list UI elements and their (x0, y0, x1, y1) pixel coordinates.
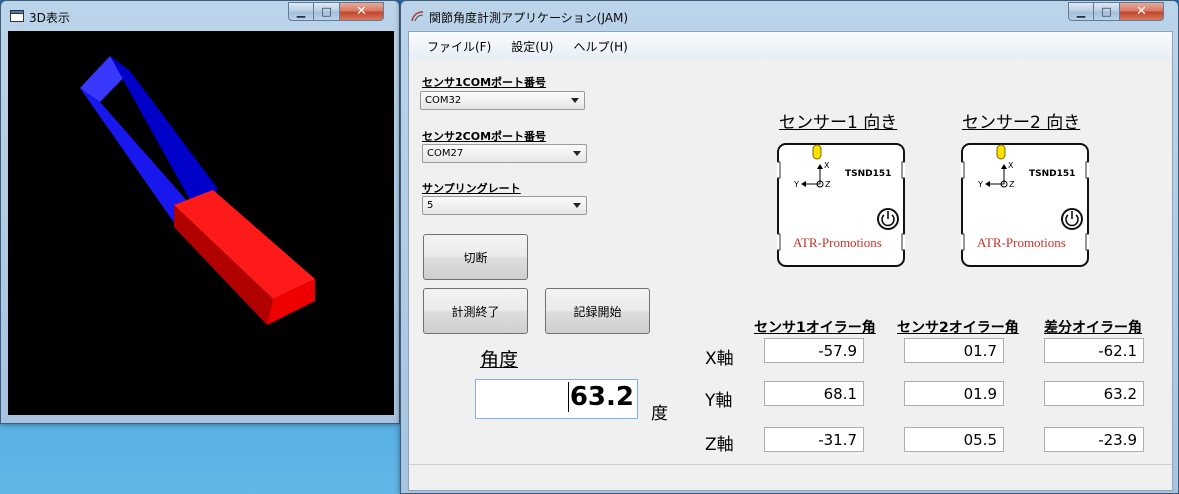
window-main: 関節角度計測アプリケーション(JAM) ▁ □ ✕ ファイル(F) 設定(U) … (400, 0, 1179, 494)
status-bar (409, 464, 1172, 490)
sampling-rate-label: サンプリングレート (422, 182, 521, 195)
led-icon (812, 144, 822, 160)
diff-euler-z: -23.9 (1044, 427, 1144, 452)
brand-logo: ATR-Promotions (793, 235, 882, 250)
axis-y-label: Y (977, 180, 983, 189)
minimize-button[interactable]: ▁ (288, 2, 314, 21)
3d-model (80, 56, 315, 325)
diff-euler-y: 63.2 (1044, 381, 1144, 406)
sensor1-heading: センサー1 向き (779, 113, 898, 133)
sensor-model: TSND151 (1029, 169, 1075, 179)
titlebar-3d[interactable]: 3D表示 ▁ □ ✕ (1, 1, 399, 31)
close-button[interactable]: ✕ (340, 2, 384, 21)
sensor1-orientation-image: X Y Z TSND151 ATR-Promotions (777, 143, 905, 267)
disconnect-button[interactable]: 切断 (423, 234, 528, 280)
side-tab (777, 233, 781, 251)
axis-y-label: Y (793, 180, 799, 189)
axis-z-label: Z (825, 180, 831, 189)
side-tab (901, 233, 905, 251)
caption-buttons: ▁ □ ✕ (288, 2, 384, 21)
sensor2-port-value: COM27 (427, 148, 464, 159)
app-icon (411, 11, 424, 22)
angle-value: 63.2 (567, 382, 634, 412)
sampling-rate-select[interactable]: 5 (422, 196, 587, 215)
caption-buttons: ▁ □ ✕ (1068, 2, 1164, 21)
stop-measure-button[interactable]: 計測終了 (423, 288, 528, 334)
sensor1-port-value: COM32 (425, 95, 462, 106)
side-tab (777, 161, 781, 179)
menu-file[interactable]: ファイル(F) (417, 38, 501, 55)
sensor2-port-label: センサ2COMポート番号 (422, 130, 547, 143)
axis-x-label: X (1008, 161, 1014, 170)
maximize-button[interactable]: □ (314, 2, 340, 21)
col-head-sensor1: センサ1オイラー角 (754, 320, 876, 336)
axis-z-label: Z (1009, 180, 1015, 189)
side-tab (1085, 233, 1089, 251)
side-tab (961, 233, 965, 251)
sensor1-euler-x: -57.9 (764, 338, 864, 363)
sensor1-euler-z: -31.7 (764, 427, 864, 452)
window-title: 3D表示 (29, 11, 70, 25)
window-3d: 3D表示 ▁ □ ✕ (0, 0, 400, 424)
sensor1-euler-y: 68.1 (764, 381, 864, 406)
window-title: 関節角度計測アプリケーション(JAM) (429, 11, 629, 25)
side-tab (1085, 161, 1089, 179)
sensor2-euler-z: 05.5 (904, 427, 1004, 452)
sensor2-heading: センサー2 向き (962, 113, 1081, 133)
sensor2-port-select[interactable]: COM27 (422, 144, 587, 163)
col-head-sensor2: センサ2オイラー角 (897, 320, 1019, 336)
side-tab (901, 161, 905, 179)
brand-logo: ATR-Promotions (977, 235, 1066, 250)
chevron-down-icon (573, 151, 581, 156)
angle-label: 角度 (480, 349, 519, 371)
sensor2-euler-y: 01.9 (904, 381, 1004, 406)
sensor2-euler-x: 01.7 (904, 338, 1004, 363)
sampling-rate-value: 5 (427, 200, 434, 211)
angle-unit: 度 (651, 404, 668, 424)
side-tab (961, 161, 965, 179)
client-area: ファイル(F) 設定(U) ヘルプ(H) センサ1COMポート番号 COM32 … (408, 31, 1173, 491)
diff-euler-x: -62.1 (1044, 338, 1144, 363)
sensor-model: TSND151 (845, 169, 891, 179)
maximize-button[interactable]: □ (1094, 2, 1120, 21)
row-head-z: Z軸 (705, 435, 734, 455)
minimize-button[interactable]: ▁ (1068, 2, 1094, 21)
angle-display: 63.2 (475, 379, 638, 419)
menu-settings[interactable]: 設定(U) (501, 38, 563, 55)
axis-x-label: X (824, 161, 830, 170)
start-record-button[interactable]: 記録開始 (545, 288, 650, 334)
sensor1-port-label: センサ1COMポート番号 (422, 76, 547, 89)
titlebar-main[interactable]: 関節角度計測アプリケーション(JAM) ▁ □ ✕ (401, 1, 1178, 31)
chevron-down-icon (573, 203, 581, 208)
menu-bar: ファイル(F) 設定(U) ヘルプ(H) (409, 32, 1172, 60)
close-button[interactable]: ✕ (1120, 2, 1164, 21)
sensor2-orientation-image: X Y Z TSND151 ATR-Promotions (961, 143, 1089, 267)
led-icon (996, 144, 1006, 160)
sensor1-port-select[interactable]: COM32 (420, 91, 585, 110)
row-head-y: Y軸 (705, 391, 733, 411)
3d-view-canvas[interactable] (8, 31, 394, 415)
window-icon (10, 10, 24, 22)
menu-help[interactable]: ヘルプ(H) (563, 38, 637, 55)
col-head-diff: 差分オイラー角 (1044, 320, 1142, 336)
row-head-x: X軸 (705, 349, 734, 369)
chevron-down-icon (571, 98, 579, 103)
